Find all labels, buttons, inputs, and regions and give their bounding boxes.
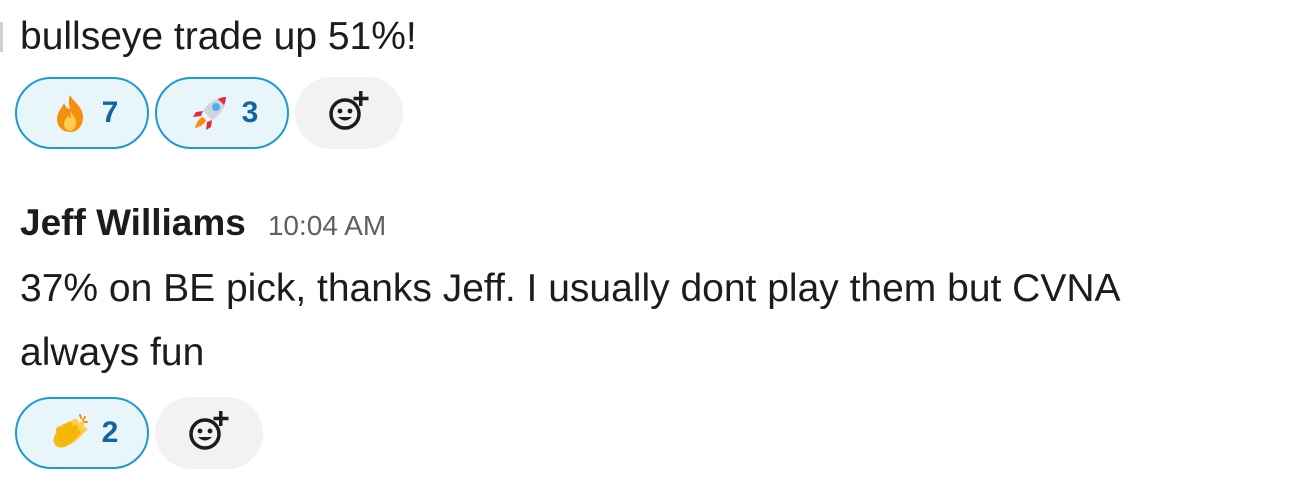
reaction-clap[interactable]: 2: [15, 397, 149, 469]
reaction-count: 2: [101, 416, 119, 449]
message-text-line-1: 37% on BE pick, thanks Jeff. I usually d…: [20, 267, 1121, 310]
rocket-icon: [190, 93, 230, 133]
clapping-hands-icon: [50, 413, 90, 453]
message-hover-edge: [0, 22, 3, 52]
add-reaction-button[interactable]: [155, 397, 263, 469]
reaction-count: 3: [241, 96, 259, 129]
message-text: bullseye trade up 51%!: [20, 15, 417, 58]
sender-name[interactable]: Jeff Williams: [20, 202, 246, 244]
reaction-rocket[interactable]: 3: [155, 77, 289, 149]
add-emoji-reaction-icon: [187, 409, 231, 458]
reaction-bar: 2: [15, 397, 263, 469]
message-text-line-2: always fun: [20, 331, 205, 374]
message-header: Jeff Williams 10:04 AM: [20, 202, 386, 244]
add-reaction-button[interactable]: [295, 77, 403, 149]
reaction-bar: 7 3: [15, 77, 403, 149]
fire-icon: [50, 93, 90, 133]
add-emoji-reaction-icon: [327, 89, 371, 138]
reaction-fire[interactable]: 7: [15, 77, 149, 149]
message-timestamp[interactable]: 10:04 AM: [268, 210, 386, 242]
reaction-count: 7: [101, 96, 119, 129]
